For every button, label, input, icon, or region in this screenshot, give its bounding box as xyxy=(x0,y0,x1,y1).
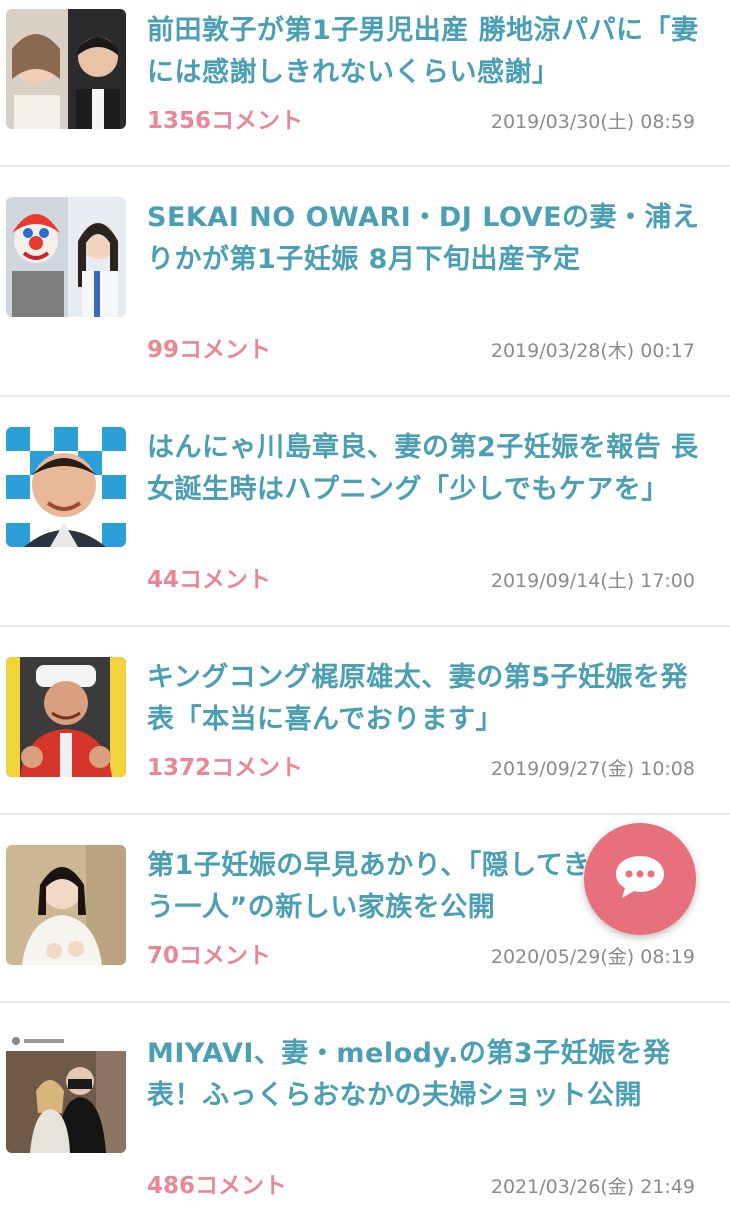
chat-button[interactable] xyxy=(584,823,696,935)
article-title[interactable]: MIYAVI、妻・melody.の第3子妊娠を発表！ふっくらおなかの夫婦ショット… xyxy=(147,1033,707,1117)
article-title[interactable]: 前田敦子が第1子男児出産 勝地涼パパに「妻には感謝しきれないくらい感謝」 xyxy=(147,10,707,94)
article-title[interactable]: はんにゃ川島章良、妻の第2子妊娠を報告 長女誕生時はハプニング「少しでもケアを」 xyxy=(147,427,707,511)
chat-bubble-icon xyxy=(614,854,666,904)
article-date: 2019/03/28(木) 00:17 xyxy=(490,340,695,362)
article-date: 2019/03/30(土) 08:59 xyxy=(490,111,695,133)
list-item[interactable]: MIYAVI、妻・melody.の第3子妊娠を発表！ふっくらおなかの夫婦ショット… xyxy=(0,1003,730,1212)
article-thumbnail[interactable] xyxy=(6,9,126,129)
article-date: 2020/05/29(金) 08:19 xyxy=(490,946,695,968)
article-date: 2021/03/26(金) 21:49 xyxy=(490,1176,695,1198)
comment-count[interactable]: 70コメント xyxy=(147,941,271,971)
comment-count[interactable]: 1372コメント xyxy=(147,753,303,783)
comment-count[interactable]: 99コメント xyxy=(147,335,271,365)
article-date: 2019/09/14(土) 17:00 xyxy=(490,570,695,592)
article-thumbnail[interactable] xyxy=(6,657,126,777)
list-item[interactable]: 前田敦子が第1子男児出産 勝地涼パパに「妻には感謝しきれないくらい感謝」 135… xyxy=(0,0,730,167)
list-item[interactable]: キングコング梶原雄太、妻の第5子妊娠を発表「本当に喜んでおります」 1372コメ… xyxy=(0,627,730,815)
comment-count[interactable]: 486コメント xyxy=(147,1171,287,1201)
article-thumbnail[interactable] xyxy=(6,197,126,317)
comment-count[interactable]: 1356コメント xyxy=(147,106,303,136)
list-item[interactable]: SEKAI NO OWARI・DJ LOVEの妻・浦えりかが第1子妊娠 8月下旬… xyxy=(0,167,730,397)
article-date: 2019/09/27(金) 10:08 xyxy=(490,758,695,780)
article-title[interactable]: キングコング梶原雄太、妻の第5子妊娠を発表「本当に喜んでおります」 xyxy=(147,657,707,741)
article-thumbnail[interactable] xyxy=(6,1033,126,1153)
article-thumbnail[interactable] xyxy=(6,845,126,965)
article-thumbnail[interactable] xyxy=(6,427,126,547)
list-item[interactable]: はんにゃ川島章良、妻の第2子妊娠を報告 長女誕生時はハプニング「少しでもケアを」… xyxy=(0,397,730,627)
comment-count[interactable]: 44コメント xyxy=(147,565,271,595)
article-title[interactable]: SEKAI NO OWARI・DJ LOVEの妻・浦えりかが第1子妊娠 8月下旬… xyxy=(147,197,707,281)
